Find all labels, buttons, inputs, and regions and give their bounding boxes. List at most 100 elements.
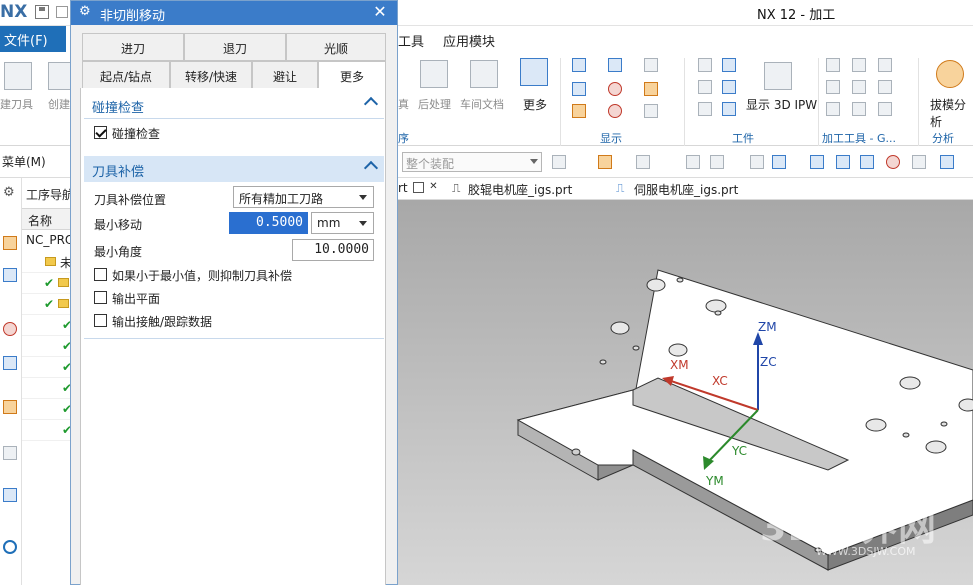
output-contact-checkbox[interactable]	[94, 314, 107, 327]
draft-analysis-icon[interactable]	[936, 60, 964, 88]
tab-avoidance[interactable]: 避让	[252, 61, 318, 89]
tools-icon-2[interactable]	[852, 58, 866, 72]
chevron-down-icon	[359, 195, 367, 200]
collision-check-checkbox[interactable]	[94, 126, 107, 139]
tab-engage[interactable]: 进刀	[82, 33, 184, 61]
hole	[714, 310, 722, 316]
view-icon-1[interactable]	[810, 155, 824, 169]
menu-button[interactable]: 菜单(M)	[2, 153, 46, 170]
output-plane-checkbox[interactable]	[94, 291, 107, 304]
gear-icon[interactable]: ⚙	[3, 186, 17, 200]
output-plane-label: 输出平面	[112, 292, 161, 306]
tools-icon-5[interactable]	[852, 80, 866, 94]
draft-analysis-label: 拔模分析	[930, 98, 967, 129]
suppress-tool-comp-checkbox[interactable]	[94, 268, 107, 281]
method-icon[interactable]	[3, 322, 17, 336]
group-analysis-label: 分析	[932, 132, 954, 145]
doc-tab-2-label[interactable]: 胶辊电机座_igs.prt	[468, 181, 572, 198]
chevron-down-icon	[359, 221, 367, 226]
display-icon-1[interactable]	[572, 58, 586, 72]
display-icon-2[interactable]	[572, 82, 586, 96]
tools-icon-9[interactable]	[878, 102, 892, 116]
snap-icon-1[interactable]	[552, 155, 566, 169]
view-icon-3[interactable]	[886, 155, 900, 169]
display-icon-3[interactable]	[572, 104, 586, 118]
tools-icon-6[interactable]	[878, 80, 892, 94]
point-icon[interactable]	[608, 104, 622, 118]
tool-compensation-section-header[interactable]: 刀具补偿	[84, 156, 384, 182]
workpiece-icon-6[interactable]	[722, 102, 736, 116]
tab-smoothing[interactable]: 光顺	[286, 33, 386, 61]
cube-icon[interactable]	[772, 155, 786, 169]
close-icon[interactable]: ✕	[428, 182, 439, 193]
min-move-input[interactable]: 0.5000	[229, 212, 308, 234]
doc-tab-1-label[interactable]: rt	[398, 181, 408, 195]
tool-comp-position-select[interactable]: 所有精加工刀路	[233, 186, 374, 208]
folder-icon	[45, 257, 56, 266]
select-box-icon[interactable]	[710, 155, 724, 169]
snap-icon-4[interactable]	[686, 155, 700, 169]
workpiece-icon-2[interactable]	[698, 80, 712, 94]
workpiece-icon-4[interactable]	[722, 58, 736, 72]
tools-icon-8[interactable]	[852, 102, 866, 116]
file-menu[interactable]: 文件(F)	[0, 26, 66, 52]
tab-start-drill-points[interactable]: 起点/钻点	[82, 61, 170, 89]
tool-resource-icon[interactable]	[3, 446, 17, 460]
view-icon-5[interactable]	[940, 155, 954, 169]
tab-transfer-rapid[interactable]: 转移/快速	[170, 61, 252, 89]
quick-access-icon[interactable]	[56, 6, 68, 18]
application-module-menu[interactable]: 应用模块	[443, 31, 495, 50]
navigator-root[interactable]: NC_PRO	[26, 233, 74, 247]
snap-icon-5[interactable]	[750, 155, 764, 169]
min-angle-input[interactable]: 10.0000	[292, 239, 374, 261]
ipw-resource-icon[interactable]	[3, 400, 17, 414]
snap-icon-2[interactable]	[598, 155, 612, 169]
geometry-icon[interactable]	[3, 356, 17, 370]
close-icon[interactable]: ✕	[371, 3, 389, 21]
chevron-up-icon[interactable]	[363, 96, 379, 112]
workpiece-icon-3[interactable]	[698, 102, 712, 116]
dialog-title-bar[interactable]: ⚙ 非切削移动 ✕	[71, 1, 397, 25]
view-icon-2[interactable]	[836, 155, 850, 169]
library-icon[interactable]	[3, 488, 17, 502]
collision-check-section-header[interactable]: 碰撞检查	[84, 92, 384, 118]
doc-tab-3-label[interactable]: 伺服电机座_igs.prt	[634, 181, 738, 198]
tab-more[interactable]: 更多	[318, 61, 386, 89]
hole	[610, 321, 630, 335]
rotate-icon[interactable]	[860, 155, 874, 169]
vector-icon[interactable]	[644, 104, 658, 118]
hole	[668, 343, 688, 357]
display-icon-4[interactable]	[608, 58, 622, 72]
section-divider	[84, 118, 384, 119]
tools-icon-4[interactable]	[826, 80, 840, 94]
gear-icon[interactable]: ⚙	[79, 5, 93, 19]
hole	[676, 277, 684, 283]
chevron-up-icon[interactable]	[363, 160, 379, 176]
assembly-filter-select[interactable]: 整个装配	[402, 152, 542, 172]
snap-icon-3[interactable]	[636, 155, 650, 169]
tab-retract[interactable]: 退刀	[184, 33, 286, 61]
tools-icon-1[interactable]	[826, 58, 840, 72]
doc-tab-icon[interactable]	[413, 182, 424, 193]
view-icon-4[interactable]	[912, 155, 926, 169]
save-icon[interactable]	[35, 5, 49, 19]
tool-icon[interactable]	[644, 82, 658, 96]
display-icon-5[interactable]	[644, 58, 658, 72]
tools-icon-3[interactable]	[878, 58, 892, 72]
tool-comp-position-value: 所有精加工刀路	[239, 192, 324, 206]
min-move-unit-select[interactable]: mm	[311, 212, 374, 234]
tools-icon-7[interactable]	[826, 102, 840, 116]
ipw-icon[interactable]	[764, 62, 792, 90]
program-order-icon[interactable]	[3, 268, 17, 282]
machine-tool-icon[interactable]	[3, 236, 17, 250]
more-icon[interactable]	[520, 58, 548, 86]
create-tool-icon[interactable]	[4, 62, 32, 90]
min-move-unit-value: mm	[317, 216, 341, 230]
postprocess-icon[interactable]	[420, 60, 448, 88]
shop-doc-icon[interactable]	[470, 60, 498, 88]
tools-menu[interactable]: 工具	[398, 31, 424, 50]
workpiece-icon-1[interactable]	[698, 58, 712, 72]
wifi-icon[interactable]	[3, 540, 17, 554]
workpiece-icon-5[interactable]	[722, 80, 736, 94]
path-icon[interactable]	[608, 82, 622, 96]
